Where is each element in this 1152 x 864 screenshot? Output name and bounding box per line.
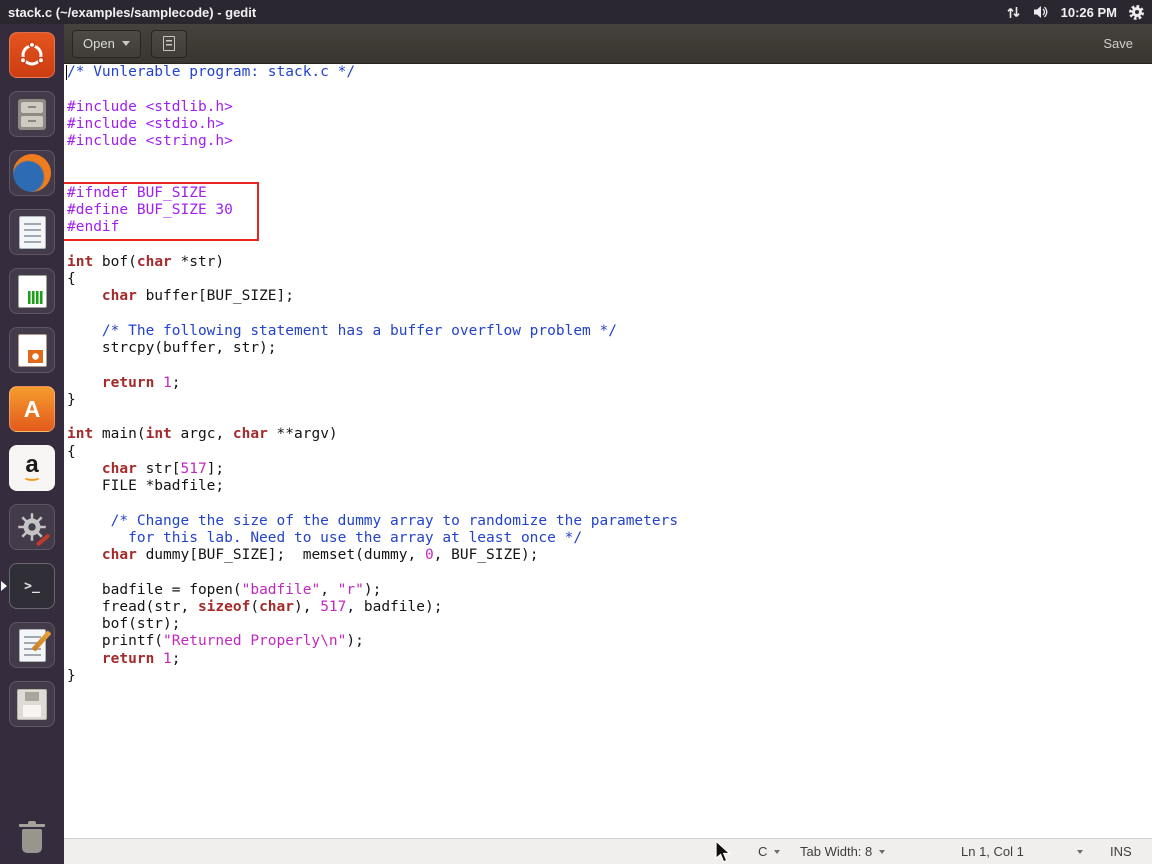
tab-width-label: Tab Width: 8	[800, 844, 873, 859]
running-indicator	[1, 581, 7, 591]
code-line: }	[67, 391, 76, 408]
open-button-label: Open	[83, 36, 115, 51]
floppy-disk-icon[interactable]	[9, 681, 55, 727]
open-button[interactable]: Open	[72, 29, 141, 58]
ubuntu-logo-icon[interactable]	[9, 32, 55, 78]
code-line: #include <stdlib.h>	[67, 98, 233, 115]
file-cabinet-glyph	[18, 98, 46, 130]
code-line: }	[67, 667, 76, 684]
terminal-icon[interactable]: >_	[1, 563, 55, 609]
code-line: /* The following statement has a buffer …	[101, 322, 617, 339]
gedit-toolbar: Open Save	[64, 24, 1152, 64]
code-line: bof(str);	[67, 616, 181, 632]
code-line: return 1;	[101, 650, 181, 667]
mouse-cursor	[715, 840, 731, 863]
code-line: char buffer[BUF_SIZE];	[101, 288, 294, 305]
code-line: printf("Returned Properly\n");	[67, 633, 364, 650]
network-arrows-icon[interactable]	[1006, 5, 1021, 20]
chevron-down-icon	[1077, 849, 1083, 854]
chevron-down-icon	[774, 849, 781, 854]
gedit-pencil-icon[interactable]	[9, 622, 55, 668]
chevron-down-icon	[879, 849, 886, 854]
code-line: FILE *badfile;	[67, 478, 225, 494]
code-line: return 1;	[101, 374, 181, 391]
code-line: int bof(char *str)	[67, 253, 225, 270]
code-line: /* Vunlerable program: stack.c */	[67, 64, 356, 80]
text-editor-icon[interactable]	[9, 209, 55, 255]
code-line: #include <string.h>	[67, 133, 233, 149]
insert-mode-label: INS	[1110, 844, 1132, 859]
insert-mode-indicator: INS	[1110, 839, 1132, 864]
cursor-position-selector[interactable]: Ln 1, Col 1	[961, 839, 1083, 864]
software-a-glyph: A	[23, 395, 41, 422]
language-selector[interactable]: C	[758, 839, 781, 864]
new-document-button[interactable]	[150, 29, 187, 58]
chevron-down-icon	[121, 41, 130, 46]
code-lines: /* Vunlerable program: stack.c */ #inclu…	[67, 64, 1152, 685]
code-line: #include <stdio.h>	[67, 115, 225, 132]
top-bar: stack.c (~/examples/samplecode) - gedit …	[0, 0, 1152, 24]
session-gear-icon[interactable]	[1129, 4, 1144, 20]
code-line: #endif	[67, 219, 120, 236]
code-line: #ifndef BUF_SIZE	[67, 184, 207, 201]
trash-can-glyph	[17, 819, 47, 855]
document-glyph	[18, 628, 46, 662]
text-area[interactable]: /* Vunlerable program: stack.c */ #inclu…	[64, 64, 1152, 838]
indicator-area: 10:26 PM	[1006, 4, 1144, 20]
code-line: for this lab. Need to use the array at l…	[67, 529, 583, 546]
code-line: /* Change the size of the dummy array to…	[67, 512, 679, 529]
ubuntu-software-icon[interactable]: A	[9, 386, 55, 432]
code-line: char dummy[BUF_SIZE]; memset(dummy, 0, B…	[101, 547, 539, 563]
launcher: A a >_	[0, 24, 64, 864]
document-glyph	[18, 215, 46, 249]
presentation-glyph	[17, 333, 47, 367]
amazon-glyph: a	[23, 452, 41, 482]
save-button-label: Save	[1103, 36, 1133, 51]
code-line: badfile = fopen("badfile", "r");	[67, 581, 382, 598]
trash-icon[interactable]	[9, 814, 55, 860]
libreoffice-calc-icon[interactable]	[9, 268, 55, 314]
code-line: strcpy(buffer, str);	[67, 340, 277, 356]
system-settings-icon[interactable]	[9, 504, 55, 550]
spreadsheet-glyph	[17, 274, 47, 308]
tab-width-selector[interactable]: Tab Width: 8	[800, 839, 886, 864]
save-button[interactable]: Save	[1092, 30, 1144, 58]
status-bar: C Tab Width: 8 Ln 1, Col 1 INS	[64, 838, 1152, 864]
floppy-glyph	[17, 688, 47, 720]
amazon-icon[interactable]: a	[9, 445, 55, 491]
clock[interactable]: 10:26 PM	[1061, 5, 1117, 20]
volume-icon[interactable]	[1033, 5, 1049, 19]
code-line: {	[67, 271, 76, 287]
code-line: {	[67, 443, 76, 460]
code-line: fread(str, sizeof(char), 517, badfile);	[67, 598, 443, 615]
new-document-icon	[162, 36, 175, 51]
libreoffice-impress-icon[interactable]	[9, 327, 55, 373]
window-title: stack.c (~/examples/samplecode) - gedit	[8, 4, 257, 20]
circle-of-friends-glyph	[19, 41, 45, 66]
firefox-glyph	[13, 154, 51, 192]
firefox-icon[interactable]	[9, 150, 55, 196]
code-line: int main(int argc, char **argv)	[67, 426, 338, 443]
cursor-position-label: Ln 1, Col 1	[961, 844, 1024, 859]
screen: stack.c (~/examples/samplecode) - gedit …	[0, 0, 1152, 864]
prompt-glyph: >_	[24, 578, 40, 594]
language-label: C	[758, 844, 768, 859]
files-icon[interactable]	[9, 91, 55, 137]
code-line: #define BUF_SIZE 30	[67, 202, 233, 218]
code-line: char str[517];	[101, 460, 225, 477]
